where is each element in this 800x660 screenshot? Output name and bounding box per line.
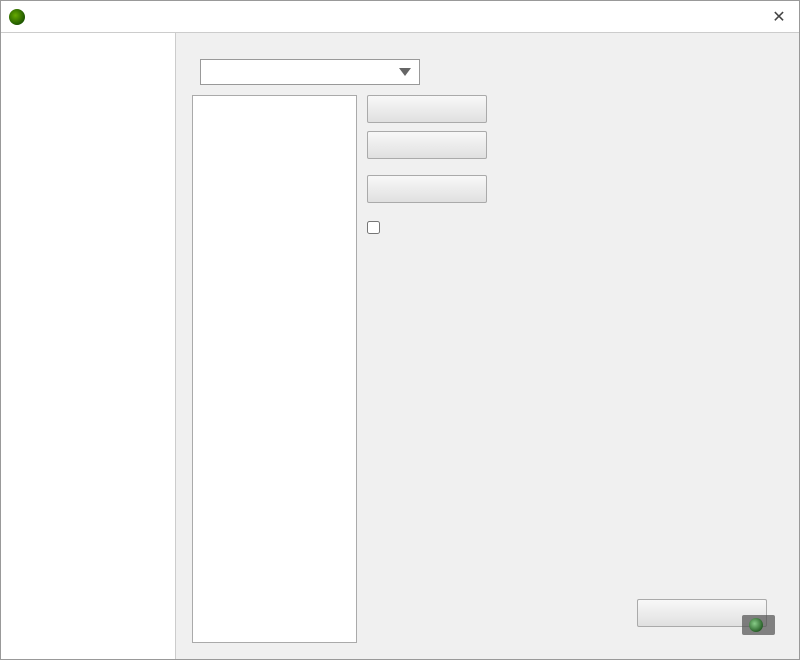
- restore-section: [367, 219, 487, 234]
- file-list: [192, 95, 357, 643]
- close-button[interactable]: ✕: [767, 5, 791, 29]
- deselect-all-button[interactable]: [367, 131, 487, 159]
- icon-set-row: [192, 59, 783, 85]
- icon-set-select[interactable]: [200, 59, 420, 85]
- select-all-button[interactable]: [367, 95, 487, 123]
- main-content: [1, 33, 799, 659]
- right-panel: [367, 95, 487, 643]
- sidebar: [1, 33, 176, 659]
- watermark-logo: [749, 618, 763, 632]
- app-icon: [9, 9, 25, 25]
- main-panel-inner: [192, 49, 783, 643]
- apply-button[interactable]: [367, 175, 487, 203]
- watermark: [742, 615, 775, 635]
- lower-row: [192, 95, 783, 643]
- main-panel: [176, 33, 799, 659]
- restore-checkbox[interactable]: [367, 221, 380, 234]
- options-window: ✕: [0, 0, 800, 660]
- title-bar: ✕: [1, 1, 799, 33]
